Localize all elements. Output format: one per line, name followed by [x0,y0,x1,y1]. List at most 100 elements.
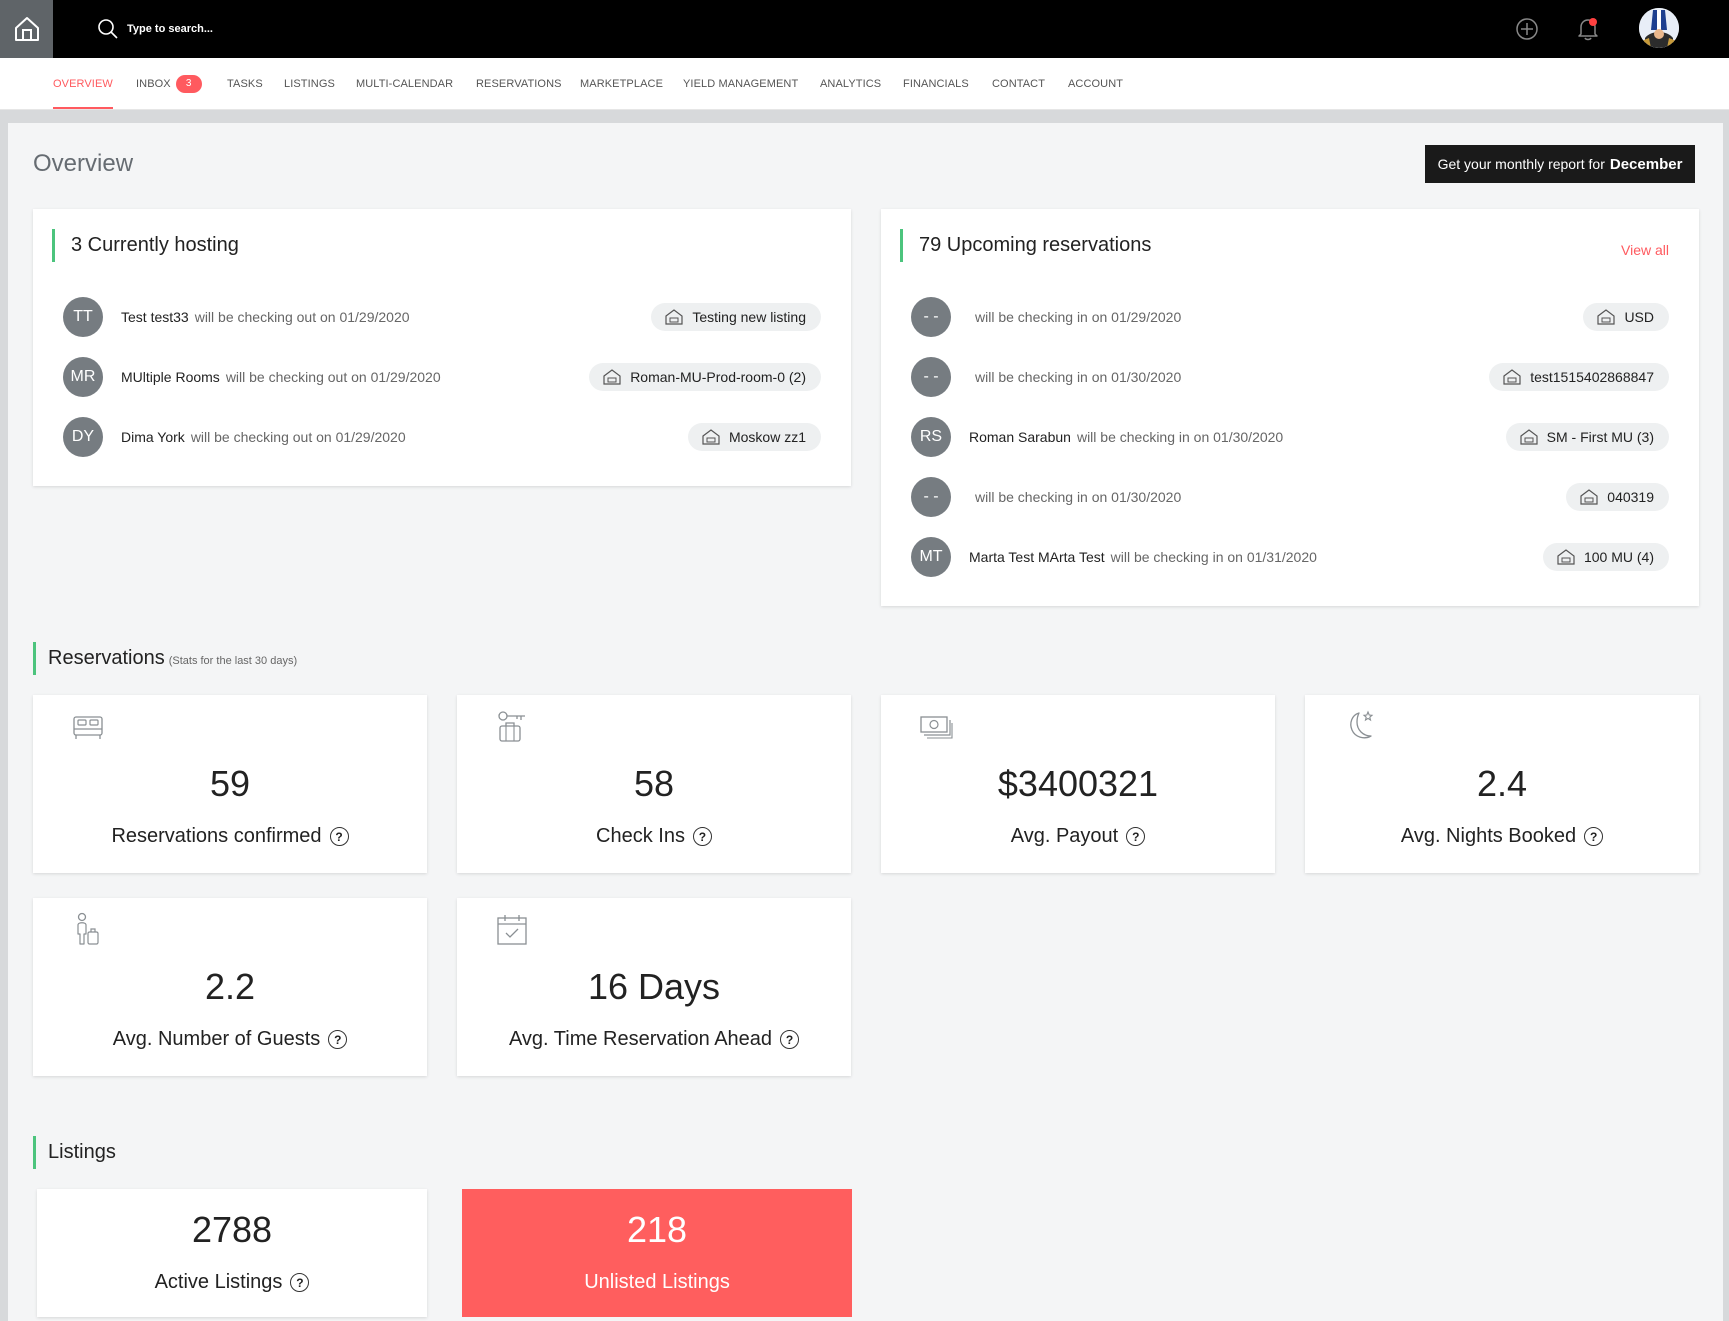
page-title: Overview [33,150,134,177]
active-listings-value: 2788 [191,1209,273,1250]
help-icon[interactable]: ? [1126,827,1146,846]
listing-name: 100 MU (4) [1583,549,1654,565]
upcoming-row[interactable]: - - will be checking in on 01/29/2020 US… [911,297,1669,337]
guest-initials-avatar: MT [911,537,951,577]
frame-edge [1723,123,1729,1321]
reservations-section-title: Reservations (Stats for the last 30 days) [33,642,297,675]
notifications-button[interactable] [1575,16,1601,42]
active-listings-card[interactable]: 2788 Active Listings? [37,1189,427,1317]
help-icon[interactable]: ? [290,1273,310,1292]
nav-analytics[interactable]: ANALYTICS [820,58,881,110]
checkout-text: will be checking out on 01/29/2020 [194,309,410,325]
stat-label: Avg. Number of Guests? [33,1028,427,1051]
help-icon[interactable]: ? [692,827,712,846]
upcoming-row[interactable]: MT Marta Test MArta Test will be checkin… [911,537,1669,577]
help-icon[interactable]: ? [1584,827,1604,846]
user-avatar[interactable] [1639,8,1679,48]
help-icon[interactable]: ? [780,1030,800,1049]
nav-contact[interactable]: CONTACT [992,58,1045,110]
report-month: December [1609,155,1683,173]
upcoming-row[interactable]: - - will be checking in on 01/30/2020 04… [911,477,1669,517]
listing-pill[interactable]: Testing new listing [651,303,821,331]
listing-house-icon [603,369,621,385]
listing-pill[interactable]: test1515402868847 [1489,363,1669,391]
bed-icon [73,716,103,739]
stat-avg-nights-booked: 2.4 Avg. Nights Booked? [1305,695,1699,873]
stat-label: Avg. Payout? [881,825,1275,848]
help-icon[interactable]: ? [329,827,349,846]
listing-house-icon [665,309,683,325]
add-button[interactable] [1514,16,1540,42]
guest-initials-avatar: MR [63,357,103,397]
checkout-text: will be checking out on 01/29/2020 [225,369,441,385]
listing-pill[interactable]: Moskow zz1 [687,423,821,451]
unlisted-listings-card[interactable]: 218 Unlisted Listings [462,1189,852,1317]
listing-name: SM - First MU (3) [1546,429,1654,445]
bell-icon [1578,18,1598,41]
guest-name: MUltiple Rooms [121,369,220,385]
listing-name: Moskow zz1 [728,429,806,445]
guest-initials-avatar: - - [911,477,951,517]
listing-house-icon [1597,309,1616,325]
stat-value: 2.2 [204,966,256,1007]
listing-pill[interactable]: Roman-MU-Prod-room-0 (2) [589,363,821,391]
checkin-text: will be checking in on 01/30/2020 [975,489,1182,505]
listing-pill[interactable]: USD [1583,303,1669,331]
guest-initials-avatar: - - [911,357,951,397]
checkout-text: will be checking out on 01/29/2020 [190,429,406,445]
listing-house-icon [702,429,720,445]
guest-initials-avatar: TT [63,297,103,337]
listing-pill[interactable]: SM - First MU (3) [1505,423,1669,451]
stat-check-ins: 58 Check Ins? [457,695,851,873]
checkin-text: will be checking in on 01/29/2020 [975,309,1182,325]
currently-hosting-title: 3 Currently hosting [52,229,239,262]
reservations-subtitle: (Stats for the last 30 days) [168,655,298,667]
nav-multi-calendar[interactable]: MULTI-CALENDAR [356,58,453,110]
hosting-row[interactable]: MR MUltiple Rooms will be checking out o… [63,357,821,397]
hosting-row[interactable]: DY Dima York will be checking out on 01/… [63,417,821,457]
nav-marketplace[interactable]: MARKETPLACE [580,58,663,110]
guest-initials-avatar: DY [63,417,103,457]
listing-house-icon [1503,369,1521,385]
unlisted-listings-label: Unlisted Listings [584,1271,730,1293]
guest-initials-avatar: RS [911,417,951,457]
moon-star-icon [1350,710,1374,739]
upcoming-row[interactable]: RS Roman Sarabun will be checking in on … [911,417,1669,457]
stat-label: Avg. Nights Booked? [1305,825,1699,848]
nav-account[interactable]: ACCOUNT [1068,58,1123,110]
hosting-row[interactable]: TT Test test33 will be checking out on 0… [63,297,821,337]
nav-tasks[interactable]: TASKS [227,58,263,110]
stat-value: 2.4 [1476,763,1528,804]
listing-pill[interactable]: 100 MU (4) [1542,543,1669,571]
nav-reservations[interactable]: RESERVATIONS [476,58,562,110]
upcoming-row[interactable]: - - will be checking in on 01/30/2020 te… [911,357,1669,397]
nav-inbox[interactable]: INBOX 3 [136,58,202,110]
guest-name: Roman Sarabun [969,429,1071,445]
nav-yield-management[interactable]: YIELD MANAGEMENT [683,58,798,110]
key-luggage-icon [498,711,525,742]
listing-pill[interactable]: 040319 [1566,483,1669,511]
stat-value: 16 Days [587,966,721,1007]
search-input[interactable] [127,23,387,35]
stat-avg-number-of-guests: 2.2 Avg. Number of Guests? [33,898,427,1076]
currently-hosting-card: 3 Currently hosting TT Test test33 will … [33,209,851,486]
monthly-report-button[interactable]: Get your monthly report for December [1425,145,1695,183]
home-button[interactable] [0,0,53,58]
frame-edge [0,110,1729,123]
guest-luggage-icon [77,912,99,945]
listing-house-icon [1520,429,1538,445]
nav-financials[interactable]: FINANCIALS [903,58,969,110]
main-nav: OVERVIEW INBOX 3 TASKS LISTINGS MULTI-CAL… [0,58,1729,110]
checkin-text: will be checking in on 01/31/2020 [1110,549,1317,565]
nav-overview[interactable]: OVERVIEW [53,58,113,110]
top-bar [0,0,1729,58]
guest-initials-avatar: - - [911,297,951,337]
view-all-link[interactable]: View all [1621,242,1669,258]
guest-name: Marta Test MArta Test [969,549,1105,565]
listing-name: Roman-MU-Prod-room-0 (2) [630,369,806,385]
nav-listings[interactable]: LISTINGS [284,58,335,110]
stat-label: Reservations confirmed? [33,825,427,848]
listing-name: test1515402868847 [1530,369,1654,385]
search-icon [98,19,118,39]
help-icon[interactable]: ? [328,1030,348,1049]
